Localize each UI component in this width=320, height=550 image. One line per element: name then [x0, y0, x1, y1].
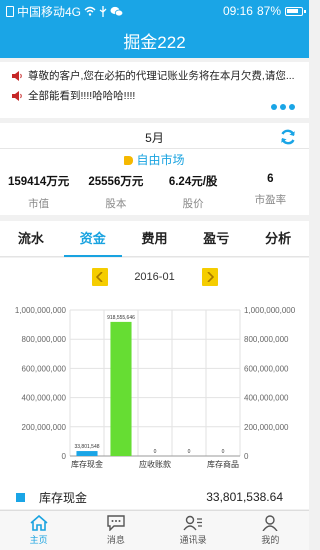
notice-item[interactable]: 尊敬的客户,您在必拓的代理记账业务将在本月欠费,请您... — [12, 68, 302, 83]
carrier-text: 中国移动4G — [17, 4, 82, 19]
y-tick-label-right: 200,000,000 — [244, 423, 289, 432]
clock-text: 09:16 — [222, 4, 253, 18]
y-tick-label-left: 400,000,000 — [22, 394, 67, 403]
y-tick-label-left: 1,000,000,000 — [15, 306, 67, 315]
stat-share-capital: 25556万元 股本 — [77, 173, 154, 211]
tab-flow[interactable]: 流水 — [0, 221, 62, 256]
nav-label: 消息 — [106, 535, 125, 545]
speaker-icon — [12, 90, 22, 101]
sim-card-icon — [6, 5, 14, 17]
nav-label: 通讯录 — [179, 535, 207, 545]
stat-label: 股本 — [105, 198, 127, 210]
app-title-bar: 掘金222 — [0, 22, 309, 58]
market-tag[interactable]: 自由市场 — [0, 151, 309, 168]
tab-profit-loss[interactable]: 盈亏 — [185, 221, 247, 256]
y-tick-label-left: 800,000,000 — [22, 335, 67, 344]
stat-columns: 159414万元 市值 25556万元 股本 6.24元/股 股价 6 市盈率 — [0, 173, 309, 211]
battery-icon — [285, 6, 306, 16]
legend-label: 库存现金 — [39, 490, 88, 505]
battery-text: 87% — [256, 4, 281, 18]
period-switcher: 2016-01 — [0, 268, 309, 288]
app-screen: 中国移动4G 09:16 87% 掘金222 尊敬的客户,您在必拓的代理记账业务… — [0, 0, 309, 550]
bar — [110, 321, 132, 456]
speaker-icon — [12, 70, 22, 81]
chat-icon — [107, 515, 125, 531]
next-period-button[interactable] — [202, 268, 218, 286]
home-icon — [30, 515, 48, 531]
y-tick-label-left: 600,000,000 — [22, 364, 67, 373]
usb-icon — [99, 5, 107, 17]
stat-market-value: 159414万元 市值 — [0, 173, 77, 211]
wechat-icon — [110, 6, 124, 16]
contacts-icon — [183, 515, 203, 531]
balance-bar-chart: 0 0 200,000,000 200,000,000 400,000,000 400,0… — [15, 306, 296, 468]
y-tick-label-left: 0 — [62, 452, 67, 461]
nav-label: 我的 — [261, 535, 280, 545]
dot-icon — [271, 104, 277, 110]
notice-text: 全部能看到!!!!哈哈哈!!!! — [28, 90, 136, 102]
more-notices-button[interactable] — [271, 104, 295, 110]
bar-data-label: 0 — [154, 449, 157, 455]
tab-funds[interactable]: 资金 — [62, 221, 124, 257]
notice-panel: 尊敬的客户,您在必拓的代理记账业务将在本月欠费,请您... 全部能看到!!!!哈… — [0, 62, 309, 118]
dot-icon — [289, 104, 295, 110]
x-category-label: 库存商品 — [207, 459, 239, 468]
bar-data-label: 33,801,548 — [74, 444, 99, 450]
stat-pe-ratio: 6 市盈率 — [232, 173, 309, 211]
tab-expenses[interactable]: 费用 — [124, 221, 186, 256]
y-tick-label-right: 400,000,000 — [244, 394, 289, 403]
chevron-right-icon — [207, 272, 214, 282]
nav-messages[interactable]: 消息 — [77, 511, 154, 550]
x-category-label: 库存现金 — [71, 459, 103, 468]
stat-value: 6.24元/股 — [168, 176, 218, 188]
chart-panel: 2016-01 0 0 200,000,000 200,000,000 400,000,… — [0, 258, 309, 509]
nav-profile[interactable]: 我的 — [232, 511, 309, 550]
bar-data-label: 918,555,646 — [107, 315, 135, 321]
bottom-nav: 主页 消息 通讯录 我的 — [0, 510, 309, 550]
dot-icon — [280, 104, 286, 110]
stat-share-price: 6.24元/股 股价 — [155, 173, 232, 211]
status-bar: 中国移动4G 09:16 87% — [0, 0, 309, 22]
y-tick-label-right: 600,000,000 — [244, 364, 289, 373]
nav-home[interactable]: 主页 — [0, 511, 77, 550]
stat-label: 股价 — [182, 198, 204, 210]
legend-amount: 33,801,538.64 — [206, 490, 283, 504]
stat-value: 159414万元 — [7, 176, 70, 188]
market-label: 自由市场 — [136, 153, 185, 167]
tab-bar: 流水 资金 费用 盈亏 分析 — [0, 221, 309, 257]
tab-analysis[interactable]: 分析 — [247, 221, 309, 256]
refresh-icon[interactable] — [279, 128, 297, 146]
stat-label: 市值 — [28, 198, 50, 210]
y-tick-label-right: 0 — [244, 452, 249, 461]
y-tick-label-left: 200,000,000 — [22, 423, 67, 432]
nav-contacts[interactable]: 通讯录 — [155, 511, 232, 550]
bar-data-label: 0 — [222, 449, 225, 455]
nav-label: 主页 — [29, 535, 48, 545]
x-category-label: 应收账款 — [139, 459, 171, 468]
y-tick-label-right: 800,000,000 — [244, 335, 289, 344]
stat-value: 25556万元 — [88, 176, 144, 188]
legend-swatch — [16, 492, 25, 502]
tag-icon — [124, 156, 134, 165]
chart-date: 2016-01 — [134, 271, 175, 283]
profile-icon — [262, 515, 278, 531]
month-label: 5月 — [145, 131, 164, 145]
bar-data-label: 0 — [188, 449, 191, 455]
stat-label: 市盈率 — [254, 194, 287, 206]
month-selector[interactable]: 5月 — [0, 127, 309, 149]
notice-text: 尊敬的客户,您在必拓的代理记账业务将在本月欠费,请您... — [28, 70, 295, 82]
bar — [76, 451, 98, 456]
notice-item[interactable]: 全部能看到!!!!哈哈哈!!!! — [12, 88, 302, 103]
app-title: 掘金222 — [123, 32, 186, 52]
legend-row[interactable]: 库存现金 33,801,538.64 — [0, 487, 309, 507]
stat-value: 6 — [267, 173, 274, 185]
stats-card: 5月 自由市场 159414万元 市值 25556万元 股本 6.24元/股 股… — [0, 123, 309, 215]
y-tick-label-right: 1,000,000,000 — [244, 306, 296, 315]
wifi-icon — [84, 6, 96, 16]
